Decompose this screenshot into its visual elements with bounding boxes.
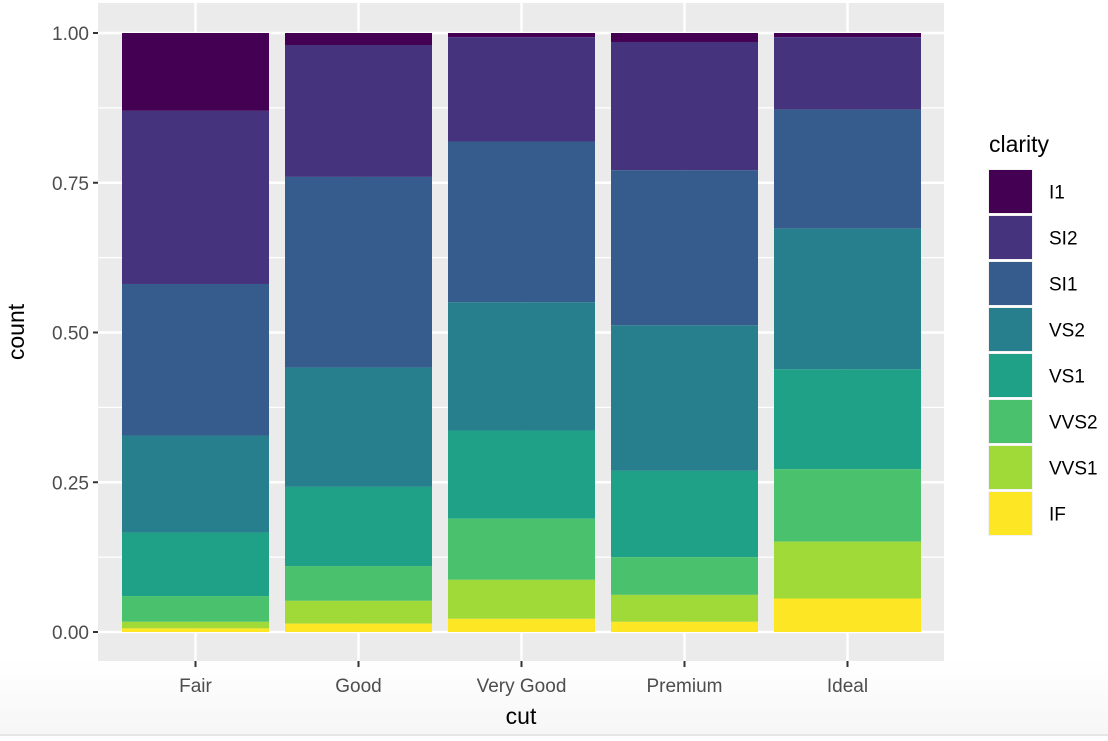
bar-segment-fair-vs2 — [122, 435, 269, 533]
bar-segment-ideal-si2 — [774, 37, 921, 110]
legend-label: VVS2 — [1049, 413, 1098, 434]
legend-label: IF — [1049, 505, 1066, 526]
x-tick-label: Premium — [646, 676, 722, 697]
bar-segment-good-vs2 — [285, 367, 432, 487]
legend-label: SI2 — [1049, 229, 1078, 250]
legend-label: VS1 — [1049, 367, 1085, 388]
bar-segment-premium-if — [611, 621, 758, 632]
legend-swatch — [989, 308, 1032, 351]
y-tick-label: 1.00 — [52, 24, 89, 45]
bar-segment-very-good-si1 — [448, 141, 595, 303]
legend-label: VVS1 — [1049, 459, 1098, 480]
bar-segment-ideal-vs2 — [774, 228, 921, 370]
y-axis-title: count — [3, 303, 29, 360]
legend-swatch — [989, 446, 1032, 489]
bar-segment-good-vvs2 — [285, 566, 432, 601]
bar-segment-very-good-si2 — [448, 37, 595, 142]
bars — [122, 33, 921, 632]
x-tick-label: Ideal — [827, 676, 868, 697]
bar-segment-fair-if — [122, 628, 269, 632]
legend: clarity I1 SI2 SI1 VS2 VS1 VVS2 VVS1 IF — [988, 131, 1098, 536]
bar-segment-ideal-vs1 — [774, 369, 921, 470]
x-axis: Fair Good Very Good Premium Ideal — [179, 661, 868, 697]
bar-segment-very-good-vs1 — [448, 430, 595, 519]
x-axis-title: cut — [506, 703, 537, 729]
legend-item-si2: SI2 — [988, 215, 1078, 260]
bar-segment-very-good-vvs1 — [448, 579, 595, 619]
legend-item-vs2: VS2 — [988, 307, 1085, 352]
bar-segment-fair-i1 — [122, 33, 269, 111]
bar-segment-good-if — [285, 623, 432, 632]
bar-segment-ideal-i1 — [774, 33, 921, 38]
y-tick-label: 0.75 — [52, 174, 89, 195]
bar-segment-premium-si1 — [611, 170, 758, 326]
bar-segment-ideal-si1 — [774, 109, 921, 229]
x-tick-label: Fair — [179, 676, 212, 697]
bar-segment-premium-vs1 — [611, 470, 758, 558]
bar-segment-good-vvs1 — [285, 600, 432, 624]
bar-segment-fair-vvs2 — [122, 596, 269, 622]
bar-segment-good-si1 — [285, 176, 432, 368]
bar-segment-very-good-i1 — [448, 33, 595, 38]
bar-segment-premium-vvs1 — [611, 594, 758, 622]
bar-segment-very-good-vvs2 — [448, 518, 595, 580]
bar-segment-premium-vvs2 — [611, 557, 758, 595]
bar-segment-premium-i1 — [611, 33, 758, 42]
y-tick-label: 0.00 — [52, 623, 89, 644]
bar-segment-ideal-vvs1 — [774, 541, 921, 599]
legend-label: SI1 — [1049, 275, 1078, 296]
legend-item-si1: SI1 — [988, 261, 1078, 306]
bar-segment-very-good-if — [448, 618, 595, 632]
legend-label: VS2 — [1049, 321, 1085, 342]
legend-swatch — [989, 354, 1032, 397]
bar-segment-fair-si2 — [122, 110, 269, 284]
bar-segment-ideal-if — [774, 598, 921, 632]
legend-swatch — [989, 216, 1032, 259]
x-tick-label: Good — [335, 676, 381, 697]
legend-swatch — [989, 170, 1032, 213]
legend-label: I1 — [1049, 183, 1065, 204]
legend-swatch — [989, 400, 1032, 443]
bar-segment-premium-si2 — [611, 41, 758, 171]
legend-item-vvs2: VVS2 — [988, 399, 1098, 444]
legend-swatch — [989, 262, 1032, 305]
legend-title: clarity — [989, 131, 1050, 157]
bar-segment-good-vs1 — [285, 486, 432, 567]
bar-segment-good-si2 — [285, 44, 432, 177]
bar-segment-ideal-vvs2 — [774, 469, 921, 542]
bar-segment-fair-vs1 — [122, 532, 269, 597]
chart: 0.00 0.25 0.50 0.75 1.00 Fair Good Very Good Pr… — [0, 0, 1108, 736]
legend-item-vs1: VS1 — [988, 353, 1085, 398]
legend-swatch — [989, 492, 1032, 535]
legend-item-i1: I1 — [988, 169, 1065, 214]
chart-svg: 0.00 0.25 0.50 0.75 1.00 Fair Good Very Good Pr… — [3, 3, 1098, 729]
bar-segment-very-good-vs2 — [448, 302, 595, 431]
y-axis: 0.00 0.25 0.50 0.75 1.00 — [52, 24, 98, 644]
bar-segment-premium-vs2 — [611, 325, 758, 471]
bar-segment-fair-si1 — [122, 283, 269, 436]
legend-items: I1 SI2 SI1 VS2 VS1 VVS2 VVS1 IF — [988, 169, 1098, 536]
legend-item-if: IF — [988, 491, 1066, 536]
bar-segment-fair-vvs1 — [122, 621, 269, 629]
legend-item-vvs1: VVS1 — [988, 445, 1098, 490]
y-tick-label: 0.50 — [52, 324, 89, 345]
x-tick-label: Very Good — [477, 676, 567, 697]
bar-segment-good-i1 — [285, 33, 432, 45]
y-tick-label: 0.25 — [52, 473, 89, 494]
